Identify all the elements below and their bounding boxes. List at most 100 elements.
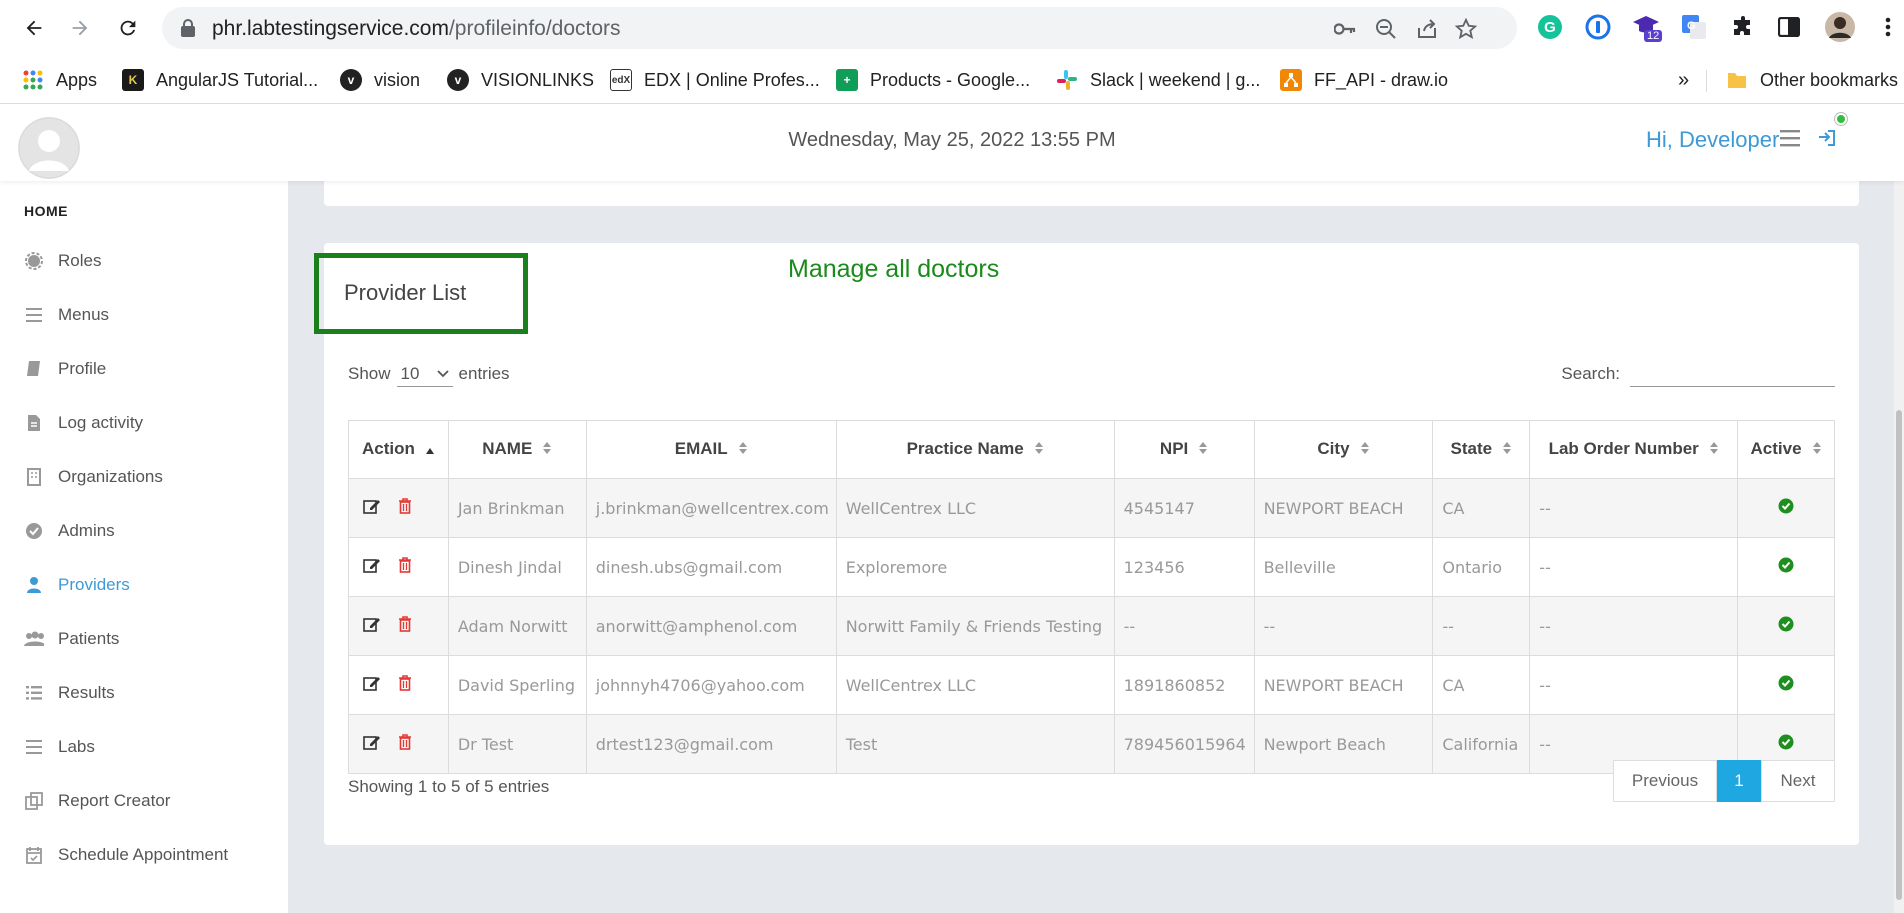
svg-text:G: G [1544,19,1556,36]
sidebar-item-results[interactable]: Results [24,678,115,708]
cell-email: j.brinkman@wellcentrex.com [585,478,837,538]
show-entries-control: Show 10 entries [348,361,510,387]
sidebar-item-profile[interactable]: Profile [24,354,106,384]
kebab-menu-icon[interactable] [1872,11,1904,43]
sidebar-item-admins[interactable]: Admins [24,516,115,546]
column-header-practice-name[interactable]: Practice Name [835,420,1115,479]
sidebar-item-schedule-appointment[interactable]: Schedule Appointment [24,840,228,870]
calendar-check-icon [24,845,44,865]
cell-practice: Test [835,714,1115,774]
sort-icon [1360,440,1370,460]
graduation-cap-icon[interactable]: 12 [1630,11,1663,43]
sort-icon [1709,440,1719,460]
google-translate-icon[interactable]: G [1678,11,1710,43]
row-actions [348,655,449,715]
sort-icon [1502,440,1512,460]
back-arrow-icon[interactable] [14,12,54,44]
previous-page-button[interactable]: Previous [1613,760,1717,802]
bookmark-visionlinks[interactable]: v VISIONLINKS [447,66,594,94]
column-header-email[interactable]: EMAIL [585,420,837,479]
next-page-button[interactable]: Next [1761,760,1835,802]
bookmarks-overflow[interactable]: » [1678,66,1689,94]
column-header-lab-order-number[interactable]: Lab Order Number [1529,420,1739,479]
row-actions [348,596,449,656]
forward-arrow-icon[interactable] [60,12,100,44]
online-status-dot [1835,113,1847,125]
sidebar-item-log-activity[interactable]: Log activity [24,408,143,438]
cell-name: David Sperling [447,655,587,715]
side-panel-icon[interactable] [1773,11,1805,43]
share-icon[interactable] [1414,16,1440,42]
logout-icon[interactable] [1818,129,1836,152]
key-icon[interactable] [1332,16,1358,42]
address-bar[interactable]: phr.labtestingservice.com/profileinfo/do… [162,7,1517,49]
active-check-icon[interactable] [1778,616,1794,636]
page-1-button[interactable]: 1 [1717,760,1761,802]
trash-icon[interactable] [398,557,412,577]
sidebar-item-report-creator[interactable]: Report Creator [24,786,170,816]
bookmark-edx[interactable]: edX EDX | Online Profes... [610,66,820,94]
drawio-icon [1280,69,1302,91]
column-header-action[interactable]: Action [348,420,449,479]
column-header-state[interactable]: State [1432,420,1531,479]
pagination: Previous 1 Next [1613,760,1835,802]
cell-npi: 789456015964 [1113,714,1255,774]
star-bookmark-icon[interactable] [1453,16,1479,42]
reload-icon[interactable] [108,12,148,44]
edit-icon[interactable] [363,617,381,636]
sidebar-item-organizations[interactable]: Organizations [24,462,163,492]
grammarly-icon[interactable]: G [1534,11,1566,43]
entries-select[interactable]: 10 [396,361,453,387]
column-header-active[interactable]: Active [1737,420,1835,479]
edit-icon[interactable] [363,735,381,754]
trash-icon[interactable] [398,616,412,636]
puzzle-extensions-icon[interactable] [1727,11,1759,43]
active-check-icon[interactable] [1778,734,1794,754]
edx-icon: edX [610,69,632,91]
sidebar-home-label[interactable]: HOME [24,203,68,219]
bookmark-drawio[interactable]: FF_API - draw.io [1280,66,1448,94]
cell-name: Jan Brinkman [447,478,587,538]
cell-city: Belleville [1253,537,1434,597]
sidebar-item-menus[interactable]: Menus [24,300,109,330]
sidebar-item-labs[interactable]: Labs [24,732,95,762]
column-header-name[interactable]: NAME [447,420,587,479]
sidebar-item-patients[interactable]: Patients [24,624,119,654]
sidebar-item-roles[interactable]: Roles [24,246,101,276]
scrollbar-thumb[interactable] [1896,410,1902,900]
search-control: Search: [1561,361,1835,387]
bookmark-slack[interactable]: Slack | weekend | g... [1056,66,1260,94]
trash-icon[interactable] [398,498,412,518]
profile-avatar-icon[interactable] [1824,11,1856,43]
active-check-icon[interactable] [1778,675,1794,695]
active-check-icon[interactable] [1778,498,1794,518]
search-input[interactable] [1630,361,1835,387]
sidebar-item-providers[interactable]: Providers [24,570,130,600]
bookmark-apps[interactable]: Apps [22,66,97,94]
password-manager-icon[interactable] [1582,11,1614,43]
edit-icon[interactable] [363,558,381,577]
bookmark-vision[interactable]: v vision [340,66,420,94]
bookmark-angularjs[interactable]: K AngularJS Tutorial... [122,66,318,94]
other-bookmarks[interactable]: Other bookmarks [1726,66,1898,94]
bookmark-products[interactable]: + Products - Google... [836,66,1030,94]
lock-icon[interactable] [180,19,196,42]
hamburger-menu-icon[interactable] [1780,129,1802,152]
user-greeting[interactable]: Hi, Developer [1646,127,1779,153]
edit-icon[interactable] [363,676,381,695]
cell-state: California [1432,714,1531,774]
column-header-npi[interactable]: NPI [1113,420,1255,479]
column-header-city[interactable]: City [1253,420,1434,479]
extension-badge: 12 [1644,30,1663,42]
cell-npi: 1891860852 [1113,655,1255,715]
url-text[interactable]: phr.labtestingservice.com/profileinfo/do… [212,17,621,41]
visionlinks-icon: v [447,69,469,91]
zoom-out-icon[interactable] [1373,16,1399,42]
cell-state: CA [1432,478,1531,538]
browser-toolbar: phr.labtestingservice.com/profileinfo/do… [0,0,1904,56]
edit-icon[interactable] [363,499,381,518]
bookmarks-divider [1706,70,1707,92]
trash-icon[interactable] [398,734,412,754]
active-check-icon[interactable] [1778,557,1794,577]
trash-icon[interactable] [398,675,412,695]
